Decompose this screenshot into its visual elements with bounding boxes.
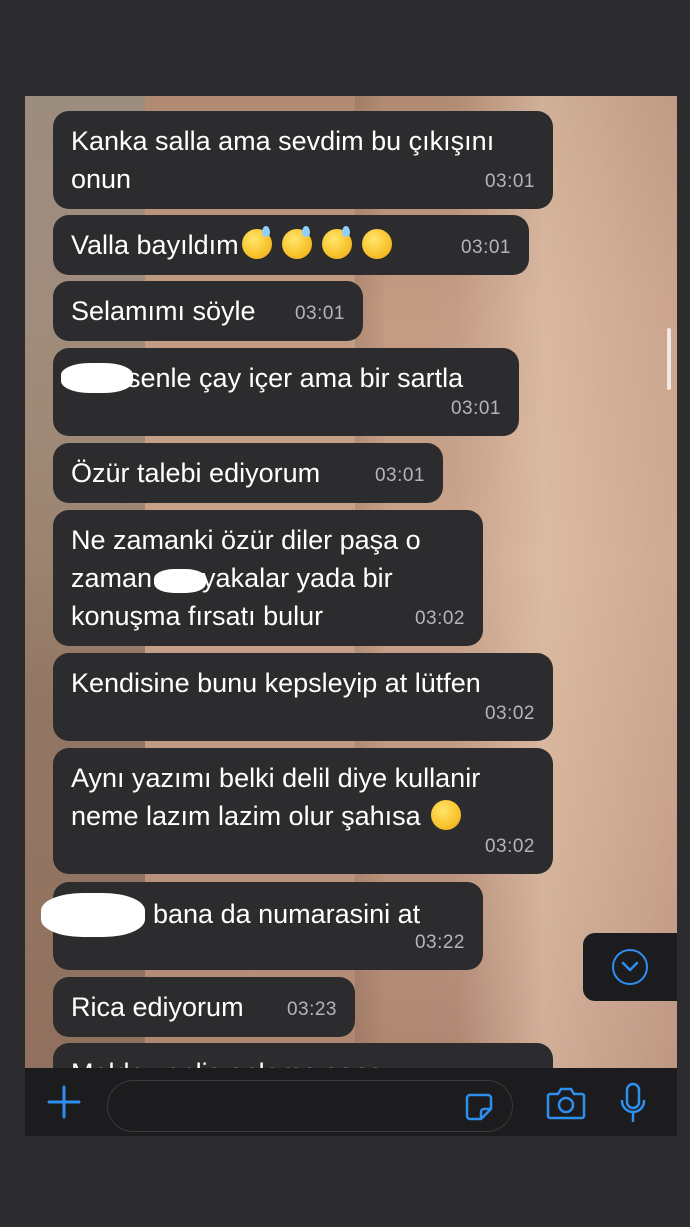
camera-icon[interactable] <box>546 1086 586 1120</box>
message-bubble[interactable]: Kendisine bunu kepsleyip at lütfen 03:02 <box>53 653 553 741</box>
message-time: 03:01 <box>450 398 501 419</box>
message-text: konuşma fırsatı bulur <box>71 601 324 631</box>
message-text: Kendisine bunu kepsleyip at lütfen <box>71 668 481 698</box>
message-time: 03:02 <box>484 836 535 857</box>
winking-emoji <box>361 229 392 259</box>
message-bubble[interactable]: Özür talebi ediyorum 03:01 <box>53 443 443 503</box>
message-text: yakalar yada bir <box>202 563 393 593</box>
message-time: 03:01 <box>460 237 511 258</box>
message-text: senle çay içer ama bir sartla <box>127 363 464 393</box>
redaction-scribble <box>61 363 133 393</box>
scroll-to-bottom-button[interactable] <box>583 933 677 1001</box>
message-text: Özür talebi ediyorum <box>71 458 321 488</box>
chat-view: Kanka salla ama sevdim bu çıkışını onun … <box>25 96 677 1136</box>
redaction-scribble <box>41 893 145 937</box>
message-text: Valla bayıldım <box>71 230 239 260</box>
message-bubble[interactable]: Selamımı söyle 03:01 <box>53 281 363 341</box>
message-text: Rica ediyorum <box>71 992 244 1022</box>
message-time: 03:22 <box>414 932 465 953</box>
message-text: Aynı yazımı belki delil diye kullanir ne… <box>71 763 481 831</box>
grinning-sweat-emoji <box>241 226 272 259</box>
message-time: 03:01 <box>484 171 535 192</box>
message-text: bana da numarasini at <box>153 899 421 929</box>
chevron-down-icon <box>612 949 648 985</box>
message-time: 03:02 <box>414 608 465 629</box>
message-bubble[interactable]: Ne zamanki özür diler paşa o zaman yakala… <box>53 510 483 646</box>
winking-emoji <box>431 800 462 830</box>
message-time: 03:01 <box>294 303 345 324</box>
input-bar <box>25 1068 677 1136</box>
message-time: 03:23 <box>286 999 337 1020</box>
message-bubble[interactable]: Kanka salla ama sevdim bu çıkışını onun … <box>53 111 553 209</box>
message-bubble[interactable]: bana da numarasini at 03:22 <box>41 882 483 970</box>
grinning-sweat-emoji <box>281 226 312 259</box>
message-input[interactable] <box>107 1080 513 1132</box>
message-text: Ne zamanki özür diler paşa o <box>71 525 421 555</box>
grinning-sweat-emoji <box>321 226 352 259</box>
message-time: 03:02 <box>484 703 535 724</box>
scroll-indicator[interactable] <box>667 328 671 390</box>
sticker-icon[interactable] <box>464 1092 494 1122</box>
message-bubble[interactable]: Valla bayıldım 03:01 <box>53 215 529 275</box>
message-text: Kanka salla ama sevdim bu çıkışını onun <box>71 126 495 194</box>
message-text: Selamımı söyle <box>71 296 256 326</box>
plus-icon[interactable] <box>47 1085 81 1119</box>
message-bubble[interactable]: Rica ediyorum 03:23 <box>53 977 355 1037</box>
message-text: zaman <box>71 563 153 593</box>
redaction-scribble <box>154 569 207 593</box>
message-bubble[interactable]: Aynı yazımı belki delil diye kullanir ne… <box>53 748 553 874</box>
message-time: 03:01 <box>374 465 425 486</box>
message-bubble[interactable]: senle çay içer ama bir sartla 03:01 <box>53 348 519 436</box>
microphone-icon[interactable] <box>619 1082 647 1124</box>
